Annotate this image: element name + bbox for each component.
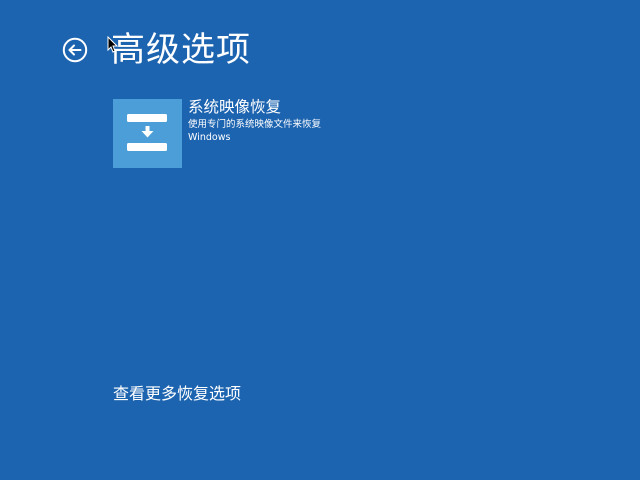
page-title: 高级选项 <box>111 30 251 70</box>
system-image-recovery-icon <box>113 99 182 168</box>
option-description: 使用专门的系统映像文件来恢复Windows <box>188 119 322 143</box>
mouse-cursor-icon <box>107 36 118 53</box>
more-recovery-options-link[interactable]: 查看更多恢复选项 <box>113 383 241 405</box>
back-arrow-icon <box>62 37 88 63</box>
option-title: 系统映像恢复 <box>188 98 282 116</box>
recovery-screen: 高级选项 系统映像恢复 使用专门的系统映像文件来恢复Windows 查看更多恢复… <box>0 0 640 480</box>
system-image-recovery-option[interactable]: 系统映像恢复 使用专门的系统映像文件来恢复Windows <box>113 98 333 169</box>
back-button[interactable] <box>62 37 88 63</box>
